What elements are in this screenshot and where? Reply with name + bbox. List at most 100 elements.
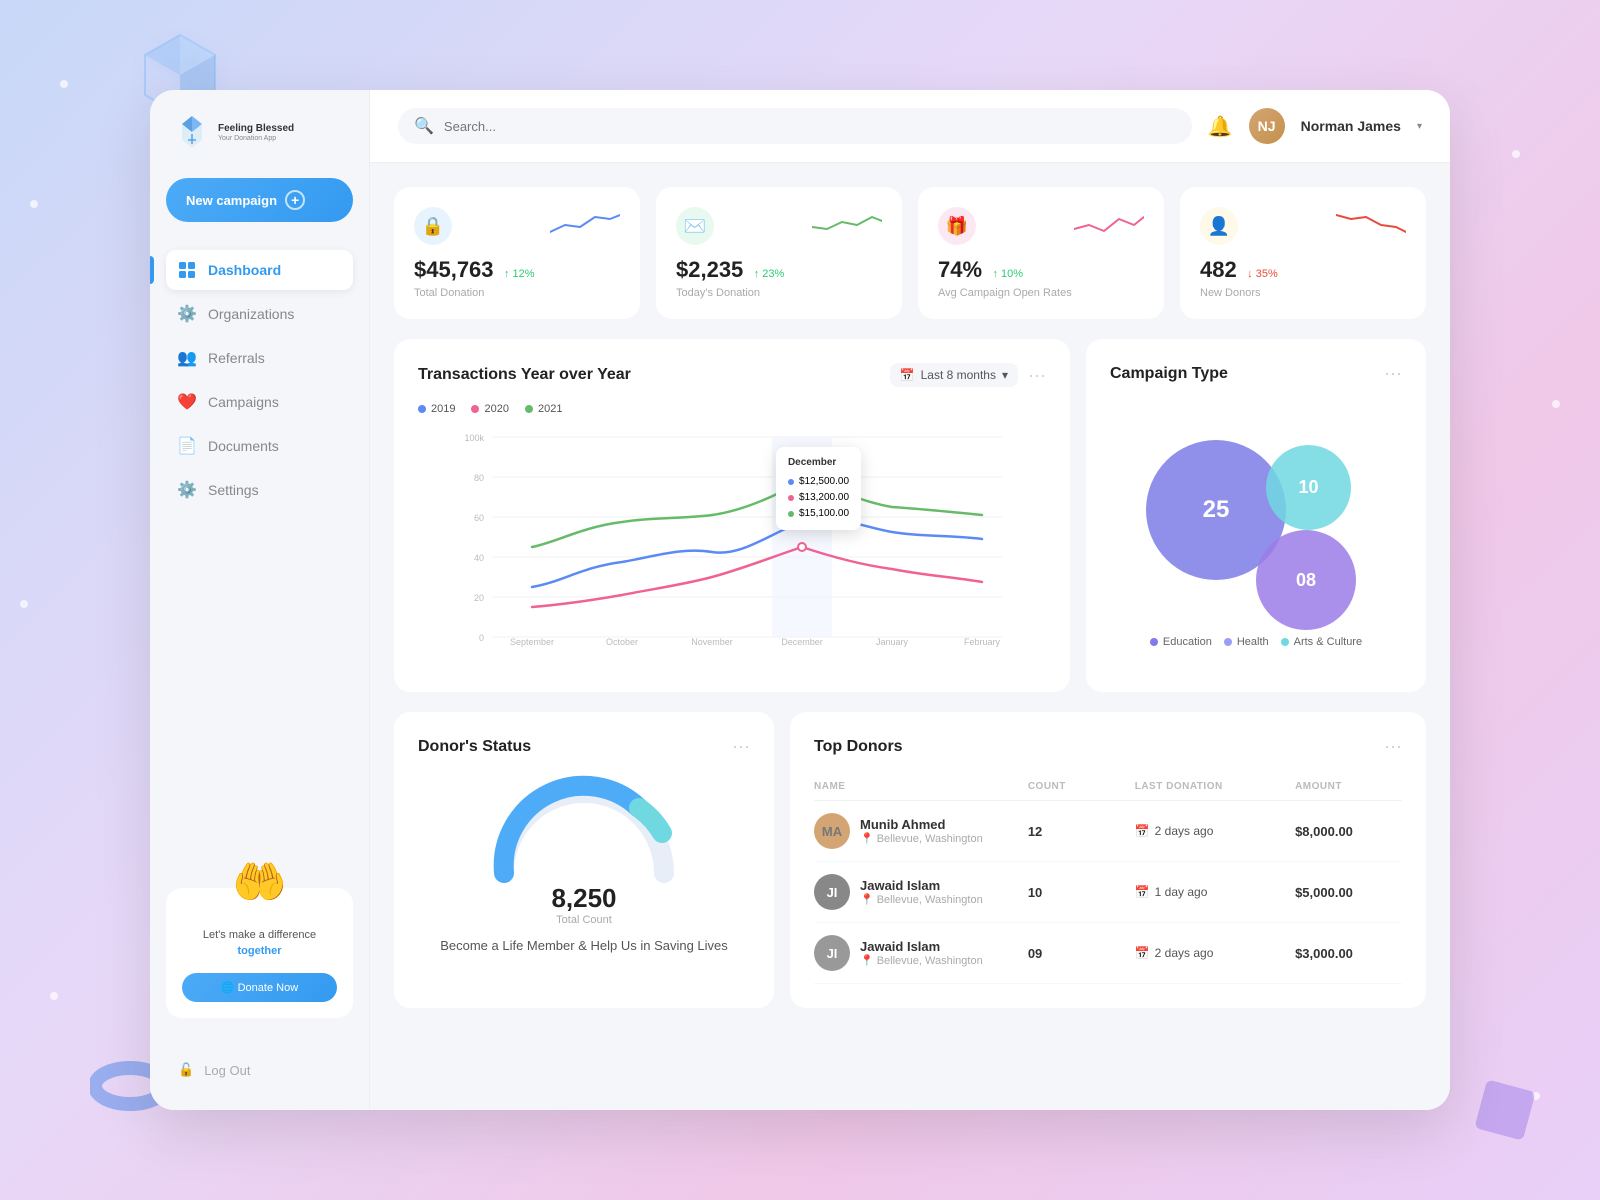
new-donors-change: ↓ 35% bbox=[1247, 268, 1278, 280]
chart-wrapper: 100k 80 60 40 20 0 September October Nov… bbox=[418, 427, 1046, 652]
sidebar-item-referrals[interactable]: 👥 Referrals bbox=[166, 338, 353, 378]
logout-icon: 🔓 bbox=[178, 1062, 194, 1078]
calendar-icon: 📅 bbox=[900, 368, 915, 382]
sidebar-item-campaigns[interactable]: ❤️ Campaigns bbox=[166, 382, 353, 422]
donor-location-2: 📍Bellevue, Washington bbox=[860, 893, 983, 906]
chart-more-button[interactable]: ··· bbox=[1028, 365, 1046, 386]
campaign-more-button[interactable]: ··· bbox=[1384, 363, 1402, 384]
app-tagline: Your Donation App bbox=[218, 135, 294, 142]
notification-button[interactable]: 🔔 bbox=[1208, 114, 1233, 139]
stat-card-new-donors: 👤 482 ↓ 35% New Donors bbox=[1180, 187, 1426, 319]
sidebar-item-organizations[interactable]: ⚙️ Organizations bbox=[166, 294, 353, 334]
line-chart-svg: 100k 80 60 40 20 0 September October Nov… bbox=[418, 427, 1046, 647]
donor-date-1: 📅2 days ago bbox=[1135, 824, 1295, 838]
sidebar-label-documents: Documents bbox=[208, 438, 279, 454]
legend-dot-2019 bbox=[418, 405, 426, 413]
stat-card-today-donation: ✉️ $2,235 ↑ 23% Today's Donation bbox=[656, 187, 902, 319]
transactions-chart-title: Transactions Year over Year bbox=[418, 366, 631, 384]
promo-text: Let's make a difference together bbox=[182, 928, 337, 959]
legend-2020: 2020 bbox=[471, 403, 508, 415]
open-rates-change: ↑ 10% bbox=[993, 268, 1024, 280]
donor-amount-2: $5,000.00 bbox=[1295, 885, 1402, 900]
donor-info-3: JI Jawaid Islam 📍Bellevue, Washington bbox=[814, 935, 1028, 971]
user-name: Norman James bbox=[1301, 118, 1401, 134]
chart-legend: 2019 2020 2021 bbox=[418, 403, 1046, 415]
sidebar-item-documents[interactable]: 📄 Documents bbox=[166, 426, 353, 466]
donor-count-1: 12 bbox=[1028, 824, 1135, 839]
top-donors-card: Top Donors ··· NAME COUNT LAST DONATION … bbox=[790, 712, 1426, 1008]
venn-legend: Education Health Arts & Culture bbox=[1150, 636, 1362, 648]
legend-dot-2021 bbox=[525, 405, 533, 413]
svg-text:0: 0 bbox=[479, 633, 484, 643]
today-donation-icon: ✉️ bbox=[676, 207, 714, 245]
sidebar-nav: Dashboard ⚙️ Organizations 👥 Referrals ❤… bbox=[166, 250, 353, 514]
new-donors-label: New Donors bbox=[1200, 287, 1406, 299]
total-donation-value: $45,763 bbox=[414, 257, 494, 282]
sidebar-item-settings[interactable]: ⚙️ Settings bbox=[166, 470, 353, 510]
donor-status-value: 8,250 bbox=[551, 883, 616, 914]
donor-status-more-button[interactable]: ··· bbox=[732, 736, 750, 757]
donor-amount-1: $8,000.00 bbox=[1295, 824, 1402, 839]
venn-legend-health: Health bbox=[1224, 636, 1269, 648]
col-last-donation: LAST DONATION bbox=[1135, 781, 1295, 792]
settings-icon: ⚙️ bbox=[178, 481, 196, 499]
dashboard-area: 🔒 $45,763 ↑ 12% Total Donation ✉️ bbox=[370, 163, 1450, 1110]
new-campaign-button[interactable]: New campaign + bbox=[166, 178, 353, 222]
top-donors-more-button[interactable]: ··· bbox=[1384, 736, 1402, 757]
donor-info-2: JI Jawaid Islam 📍Bellevue, Washington bbox=[814, 874, 1028, 910]
plus-icon: + bbox=[285, 190, 305, 210]
sidebar-label-campaigns: Campaigns bbox=[208, 394, 279, 410]
venn-legend-dot-education bbox=[1150, 638, 1158, 646]
charts-row: Transactions Year over Year 📅 Last 8 mon… bbox=[394, 339, 1426, 692]
svg-text:January: January bbox=[876, 637, 909, 647]
donate-button[interactable]: 🌐 Donate Now bbox=[182, 973, 337, 1002]
donor-info-1: MA Munib Ahmed 📍Bellevue, Washington bbox=[814, 813, 1028, 849]
new-donors-chart bbox=[1336, 207, 1406, 237]
chevron-icon: ▾ bbox=[1002, 368, 1008, 382]
venn-diagram: 25 10 08 bbox=[1126, 420, 1386, 620]
search-box: 🔍 bbox=[398, 108, 1192, 144]
top-donors-title: Top Donors bbox=[814, 738, 903, 756]
logout-item[interactable]: 🔓 Log Out bbox=[166, 1054, 353, 1086]
new-donors-icon: 👤 bbox=[1200, 207, 1238, 245]
venn-legend-arts: Arts & Culture bbox=[1281, 636, 1362, 648]
venn-circle-health: 08 bbox=[1256, 530, 1356, 630]
campaigns-icon: ❤️ bbox=[178, 393, 196, 411]
donor-count-2: 10 bbox=[1028, 885, 1135, 900]
legend-2019: 2019 bbox=[418, 403, 455, 415]
header: 🔍 🔔 NJ Norman James ▾ bbox=[370, 90, 1450, 163]
donor-date-3: 📅2 days ago bbox=[1135, 946, 1295, 960]
sidebar-item-dashboard[interactable]: Dashboard bbox=[166, 250, 353, 290]
donor-avatar-2: JI bbox=[814, 874, 850, 910]
documents-icon: 📄 bbox=[178, 437, 196, 455]
donor-count-3: 09 bbox=[1028, 946, 1135, 961]
main-card: Feeling Blessed Your Donation App New ca… bbox=[150, 90, 1450, 1110]
campaign-type-card: Campaign Type ··· 25 10 08 bbox=[1086, 339, 1426, 692]
donor-status-card: Donor's Status ··· 8,250 T bbox=[394, 712, 774, 1008]
donor-row-2: JI Jawaid Islam 📍Bellevue, Washington 10… bbox=[814, 862, 1402, 923]
venn-circle-arts: 10 bbox=[1266, 445, 1351, 530]
donor-location-1: 📍Bellevue, Washington bbox=[860, 832, 983, 845]
open-rates-value: 74% bbox=[938, 257, 982, 282]
svg-text:20: 20 bbox=[474, 593, 484, 603]
legend-dot-2020 bbox=[471, 405, 479, 413]
donor-row-1: MA Munib Ahmed 📍Bellevue, Washington 12 … bbox=[814, 801, 1402, 862]
donor-location-3: 📍Bellevue, Washington bbox=[860, 954, 983, 967]
donors-table-header: NAME COUNT LAST DONATION AMOUNT bbox=[814, 773, 1402, 801]
venn-legend-dot-health bbox=[1224, 638, 1232, 646]
donor-status-count-label: Total Count bbox=[556, 914, 612, 926]
campaign-type-title: Campaign Type bbox=[1110, 365, 1228, 383]
search-input[interactable] bbox=[444, 119, 1176, 134]
donor-date-2: 📅1 day ago bbox=[1135, 885, 1295, 899]
logo-area: Feeling Blessed Your Donation App bbox=[166, 114, 353, 150]
col-amount: AMOUNT bbox=[1295, 781, 1402, 792]
date-filter[interactable]: 📅 Last 8 months ▾ bbox=[890, 363, 1018, 387]
svg-text:September: September bbox=[510, 637, 554, 647]
open-rates-label: Avg Campaign Open Rates bbox=[938, 287, 1144, 299]
sidebar-label-dashboard: Dashboard bbox=[208, 262, 281, 278]
stat-card-total-donation: 🔒 $45,763 ↑ 12% Total Donation bbox=[394, 187, 640, 319]
donor-status-description: Become a Life Member & Help Us in Saving… bbox=[440, 938, 728, 953]
chart-actions: 📅 Last 8 months ▾ ··· bbox=[890, 363, 1046, 387]
donor-name-2: Jawaid Islam bbox=[860, 878, 983, 893]
svg-text:40: 40 bbox=[474, 553, 484, 563]
